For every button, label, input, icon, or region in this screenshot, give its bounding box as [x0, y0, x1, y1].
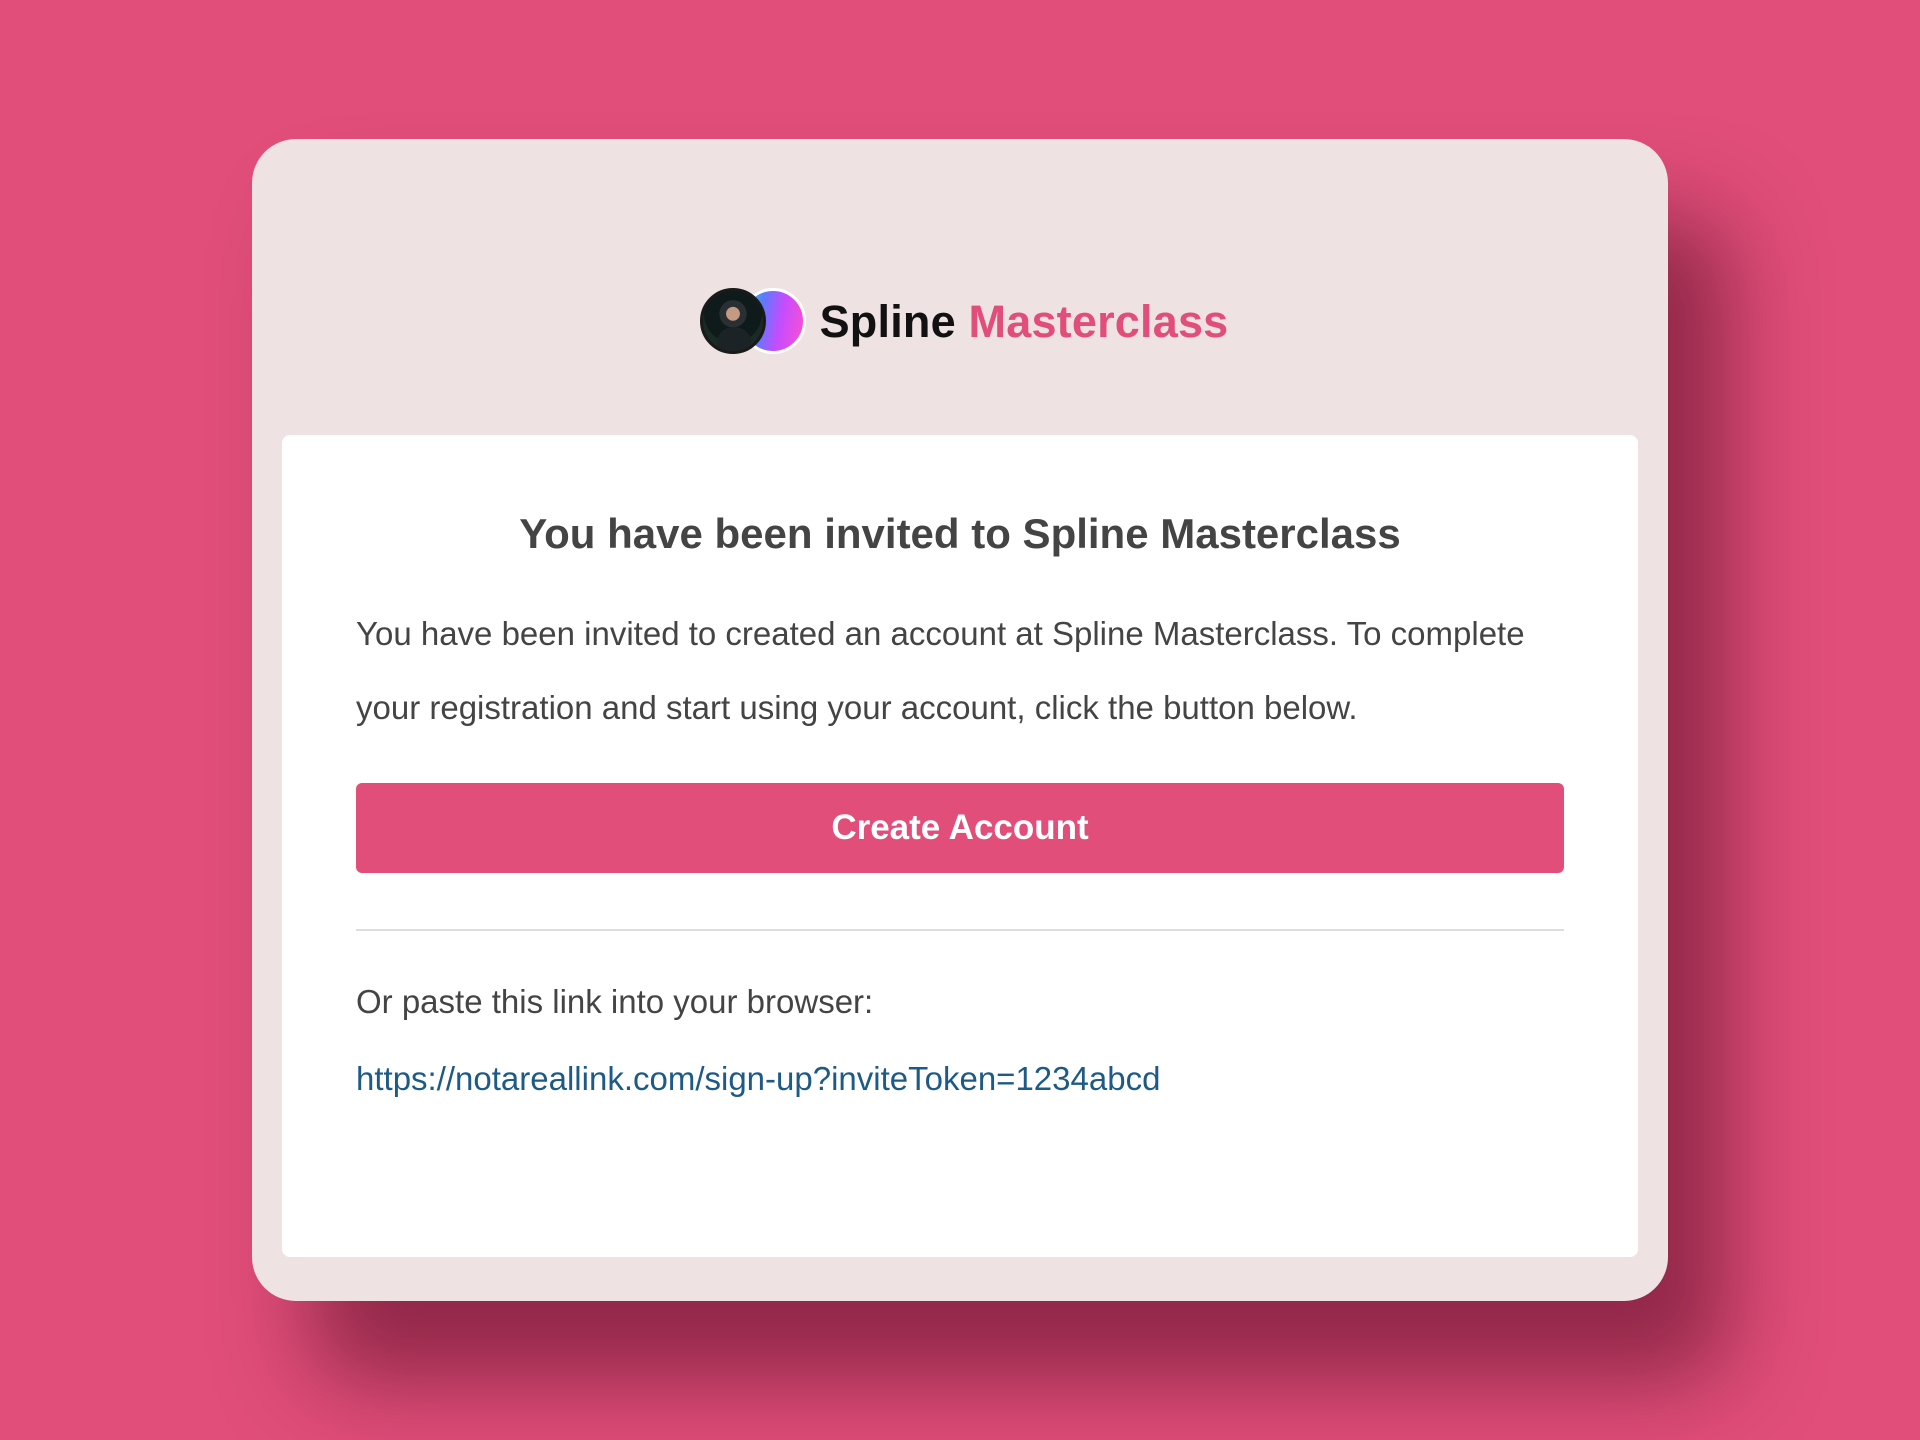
brand-name: Spline Masterclass — [820, 296, 1229, 348]
create-account-button[interactable]: Create Account — [356, 783, 1564, 874]
page-background: Spline Masterclass You have been invited… — [0, 0, 1920, 1440]
brand-header: Spline Masterclass — [252, 285, 1668, 359]
invite-link[interactable]: https://notareallink.com/sign-up?inviteT… — [356, 1058, 1160, 1101]
email-card: Spline Masterclass You have been invited… — [252, 139, 1668, 1301]
avatar — [699, 288, 766, 354]
invite-heading: You have been invited to Spline Mastercl… — [519, 510, 1401, 557]
invite-panel: You have been invited to Spline Mastercl… — [282, 435, 1638, 1257]
paste-link-label: Or paste this link into your browser: — [356, 983, 874, 1021]
invite-body-text: You have been invited to created an acco… — [356, 615, 1525, 727]
divider — [356, 929, 1564, 932]
brand-logo — [692, 285, 808, 359]
brand-name-primary: Spline — [819, 296, 956, 347]
brand-name-accent: Masterclass — [968, 296, 1229, 347]
